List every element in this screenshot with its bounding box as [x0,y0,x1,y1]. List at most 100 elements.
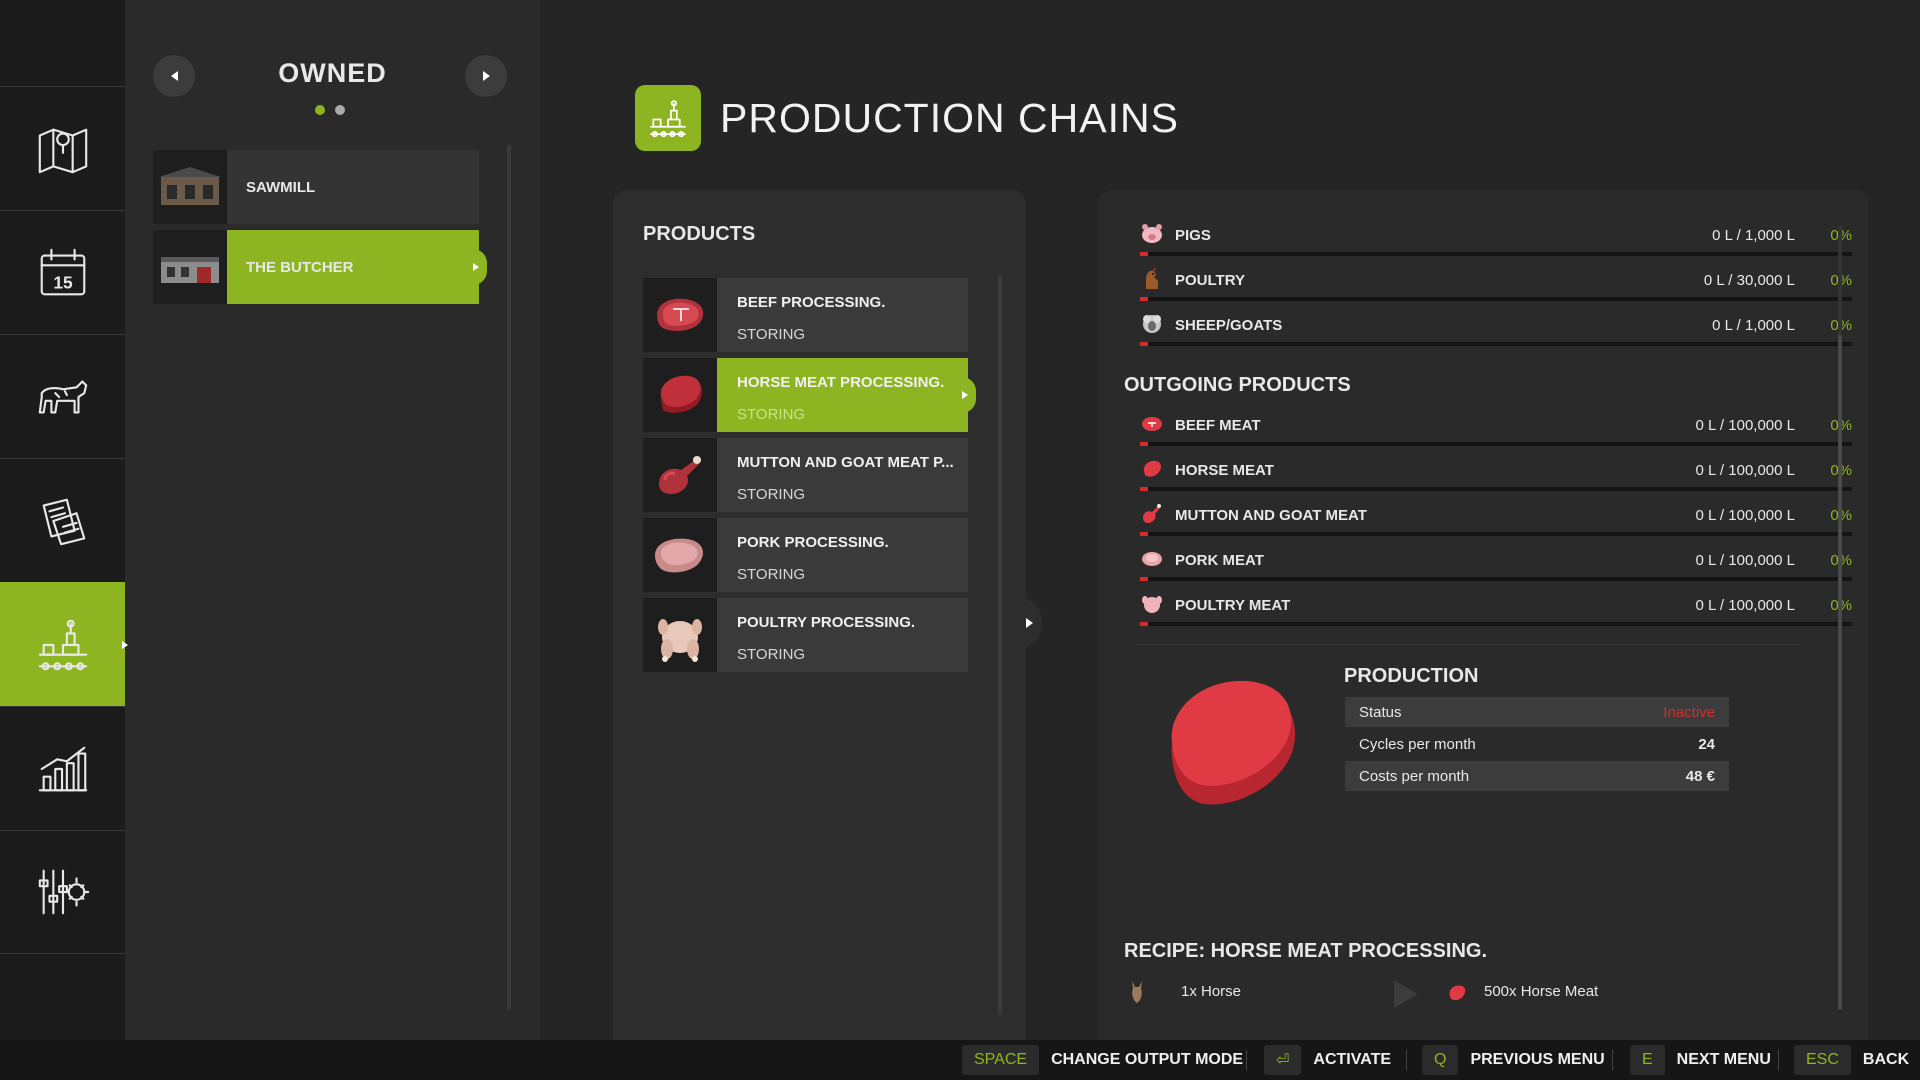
storage-value: 0 L / 1,000 L [1712,317,1795,334]
sawmill-building-icon [159,167,221,205]
recipe-output: 500x Horse Meat [1484,983,1599,1000]
product-thumbnail [643,358,717,432]
product-status: STORING [737,486,806,503]
product-item-poultry[interactable]: POULTRY PROCESSING. STORING [643,598,968,672]
beef-steak-icon [1142,417,1162,431]
product-thumbnail [643,598,717,672]
pork-chop-icon [1142,552,1162,566]
owned-item-the-butcher[interactable]: THE BUTCHER [153,230,487,304]
rail-item-production[interactable] [0,582,133,706]
products-scrollbar[interactable] [998,275,1002,1015]
production-chains-icon [635,85,701,151]
mutton-leg-icon [659,456,701,494]
pig-icon [1142,224,1162,243]
storage-row-pork-meat: PORK MEAT 0 L / 100,000 L 0% [1140,547,1852,587]
page-dot-2[interactable] [335,105,345,115]
product-name: PORK PROCESSING. [737,534,889,551]
owned-item-highlight: THE BUTCHER [227,230,487,304]
production-cycles-row: Cycles per month 24 [1345,729,1729,759]
owned-item-label: THE BUTCHER [246,258,354,276]
product-texts: MUTTON AND GOAT MEAT P... STORING [717,438,968,512]
products-panel: PRODUCTS BEEF PROCESSING. STORING HORSE … [613,190,1026,1040]
horse-meat-icon [660,375,703,413]
product-status: STORING [737,566,806,583]
hint-back[interactable]: ESC BACK [1794,1044,1909,1076]
product-name: POULTRY PROCESSING. [737,614,916,631]
rail-item-statistics[interactable] [0,706,125,830]
footer-bar: SPACE CHANGE OUTPUT MODE ⏎ ACTIVATE Q PR… [0,1040,1920,1080]
product-item-pork[interactable]: PORK PROCESSING. STORING [643,518,968,592]
storage-name: SHEEP/GOATS [1175,317,1283,334]
costs-label: Costs per month [1359,768,1470,785]
storage-name: HORSE MEAT [1175,462,1274,479]
calendar-icon: 15 [40,248,85,295]
storage-value: 0 L / 30,000 L [1703,272,1795,289]
storage-bar [1140,622,1852,626]
outgoing-products-title: OUTGOING PRODUCTS [1124,374,1351,396]
poultry-meat-icon [1142,596,1162,613]
storage-name: POULTRY [1175,272,1245,289]
hint-next-menu[interactable]: E NEXT MENU [1630,1044,1771,1076]
rail-item-calendar[interactable]: 15 [0,210,125,334]
storage-bar [1140,252,1852,256]
rail-item-contracts[interactable] [0,458,125,582]
storage-row-pigs: PIGS 0 L / 1,000 L 0% [1140,222,1852,262]
settings-icon [38,869,89,915]
horse-meat-icon [1143,460,1161,477]
mutton-leg-icon [1143,504,1161,523]
statistics-icon [38,746,87,791]
key-space: SPACE [962,1045,1040,1075]
key-q: Q [1422,1045,1459,1075]
arrow-right-icon [1026,618,1033,628]
product-item-horse-meat[interactable]: HORSE MEAT PROCESSING. STORING [643,358,976,432]
storage-row-horse-meat: HORSE MEAT 0 L / 100,000 L 0% [1140,457,1852,497]
product-item-beef[interactable]: BEEF PROCESSING. STORING [643,278,968,352]
product-item-mutton-goat[interactable]: MUTTON AND GOAT MEAT P... STORING [643,438,968,512]
storage-bar [1140,297,1852,301]
rail-item-settings[interactable] [0,830,125,954]
product-thumbnail [643,278,717,352]
expand-details-button[interactable] [1020,598,1042,648]
cycles-label: Cycles per month [1359,736,1476,753]
storage-value: 0 L / 1,000 L [1712,227,1795,244]
details-scrollbar-thumb[interactable] [1838,335,1842,1010]
production-icon [38,619,87,670]
hint-previous-menu[interactable]: Q PREVIOUS MENU [1422,1044,1605,1076]
butcher-building-icon [161,257,219,283]
cycles-value: 24 [1698,736,1715,753]
selected-indicator [473,263,479,271]
butcher-thumbnail [153,230,227,304]
page-dot-1[interactable] [315,105,325,115]
storage-name: PIGS [1175,227,1211,244]
storage-bar-fill [1140,532,1148,536]
sheep-icon [1143,315,1161,333]
arrow-right-icon [482,71,490,81]
key-e: E [1630,1045,1665,1075]
hint-label: PREVIOUS MENU [1470,1051,1605,1068]
storage-bar-fill [1140,342,1148,346]
production-costs-row: Costs per month 48 € [1345,761,1729,791]
pork-chop-icon [655,538,703,573]
footer-separator [1406,1050,1407,1070]
storage-name: BEEF MEAT [1175,417,1261,434]
svg-text:15: 15 [53,272,73,292]
storage-row-poultry: POULTRY 0 L / 30,000 L 0% [1140,267,1852,307]
horse-icon [1132,981,1142,1003]
recipe-input: 1x Horse [1181,983,1242,1000]
sawmill-thumbnail [153,150,227,224]
storage-row-sheep-goats: SHEEP/GOATS 0 L / 1,000 L 0% [1140,312,1852,352]
costs-value: 48 € [1685,768,1715,785]
rail-item-animals[interactable] [0,334,125,458]
hint-change-output-mode[interactable]: SPACE CHANGE OUTPUT MODE [962,1044,1243,1076]
product-name: MUTTON AND GOAT MEAT P... [737,454,954,471]
horse-meat-icon [1449,985,1466,1001]
product-texts: BEEF PROCESSING. STORING [717,278,968,352]
next-page-button[interactable] [465,55,507,97]
storage-value: 0 L / 100,000 L [1695,462,1795,479]
rail-item-map[interactable] [0,86,125,210]
hint-activate[interactable]: ⏎ ACTIVATE [1264,1044,1391,1076]
storage-name: PORK MEAT [1175,552,1264,569]
owned-scrollbar[interactable] [507,145,511,1010]
owned-item-sawmill[interactable]: SAWMILL [153,150,479,224]
hint-label: ACTIVATE [1313,1051,1392,1068]
